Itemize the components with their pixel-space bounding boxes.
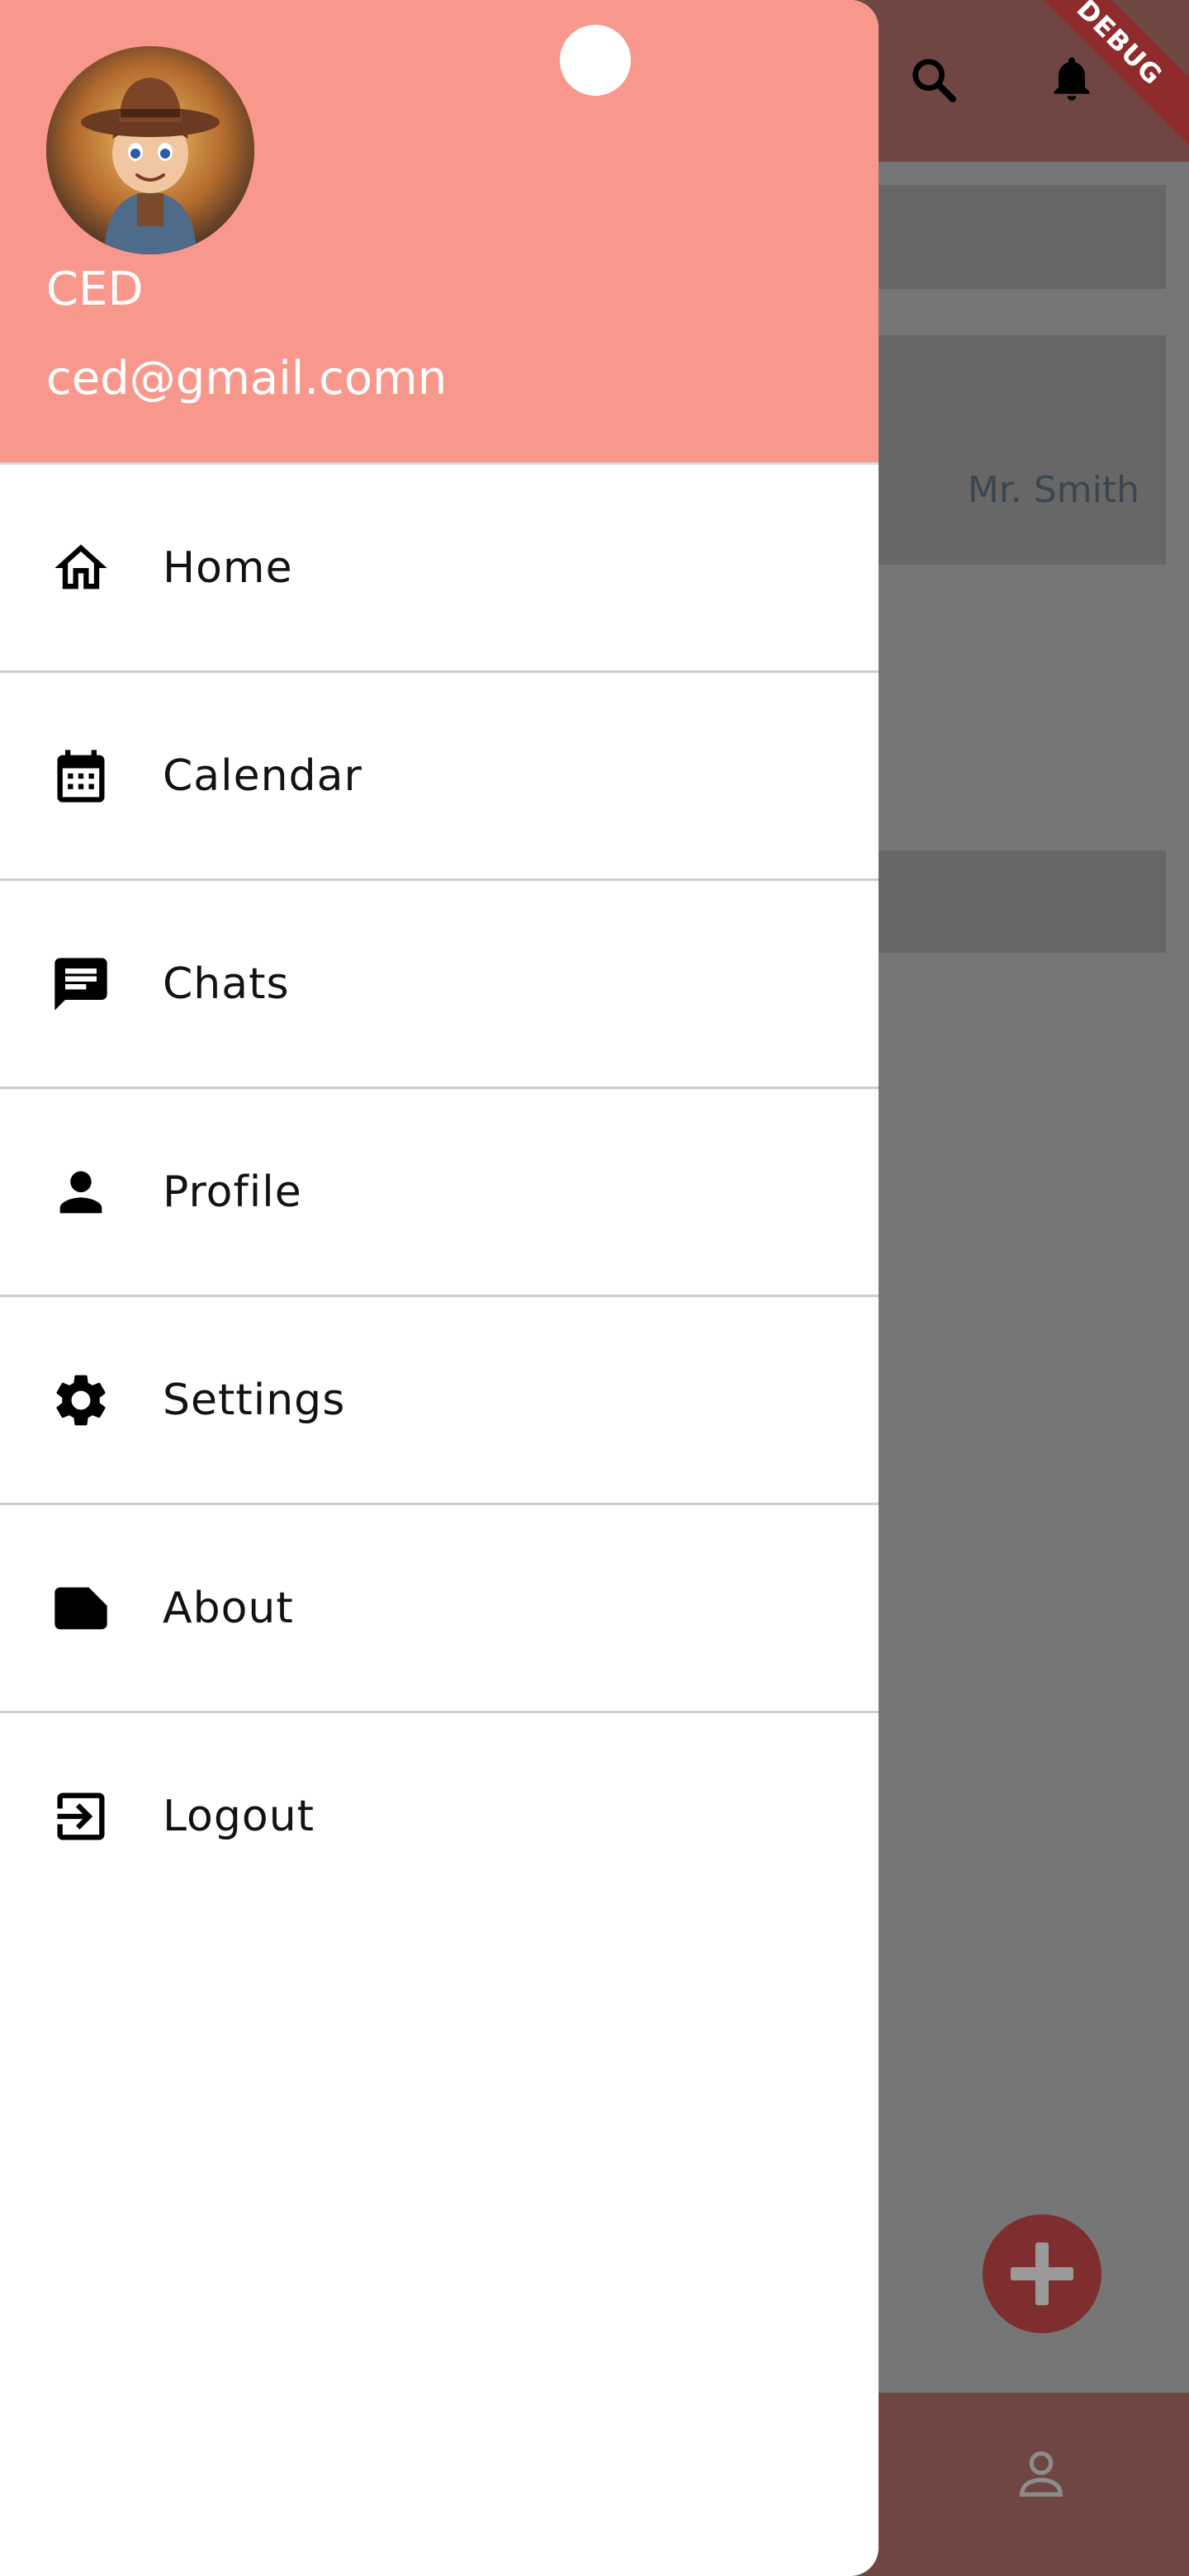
menu-item-label: Chats: [163, 959, 290, 1009]
menu-item-logout[interactable]: Logout: [0, 1713, 879, 1919]
menu-item-home[interactable]: Home: [0, 465, 879, 673]
background-card: [875, 850, 1166, 953]
add-button[interactable]: [983, 2214, 1101, 2333]
menu-item-profile[interactable]: Profile: [0, 1089, 879, 1297]
menu-item-label: About: [163, 1583, 294, 1633]
navigation-drawer: CED ced@gmail.comn Home Calendar Chats P…: [0, 0, 879, 2576]
search-icon[interactable]: [907, 48, 959, 111]
menu-item-about[interactable]: About: [0, 1505, 879, 1713]
user-email: ced@gmail.comn: [46, 352, 448, 405]
home-icon: [50, 537, 112, 599]
menu-item-calendar[interactable]: Calendar: [0, 673, 879, 881]
drawer-menu: Home Calendar Chats Profile Settings Abo…: [0, 465, 879, 1919]
background-card: [875, 335, 1166, 565]
menu-item-label: Settings: [163, 1375, 346, 1425]
person-outline-icon[interactable]: [1012, 2444, 1070, 2502]
menu-item-label: Home: [163, 542, 293, 593]
menu-item-label: Logout: [163, 1791, 315, 1841]
logout-icon: [50, 1785, 112, 1848]
user-name: CED: [46, 263, 144, 316]
person-icon: [50, 1161, 112, 1224]
menu-item-settings[interactable]: Settings: [0, 1297, 879, 1505]
avatar[interactable]: [46, 46, 254, 254]
calendar-icon: [50, 745, 112, 807]
settings-icon: [50, 1369, 112, 1432]
background-card-text: Mr. Smith: [967, 469, 1139, 511]
bell-icon[interactable]: [1045, 46, 1098, 111]
background-card: [875, 185, 1166, 289]
drawer-header: CED ced@gmail.comn: [0, 0, 879, 465]
header-indicator-dot: [560, 25, 631, 96]
note-icon: [50, 1577, 112, 1640]
menu-item-chats[interactable]: Chats: [0, 881, 879, 1089]
chat-icon: [50, 953, 112, 1016]
menu-item-label: Profile: [163, 1167, 302, 1217]
menu-item-label: Calendar: [163, 751, 362, 801]
